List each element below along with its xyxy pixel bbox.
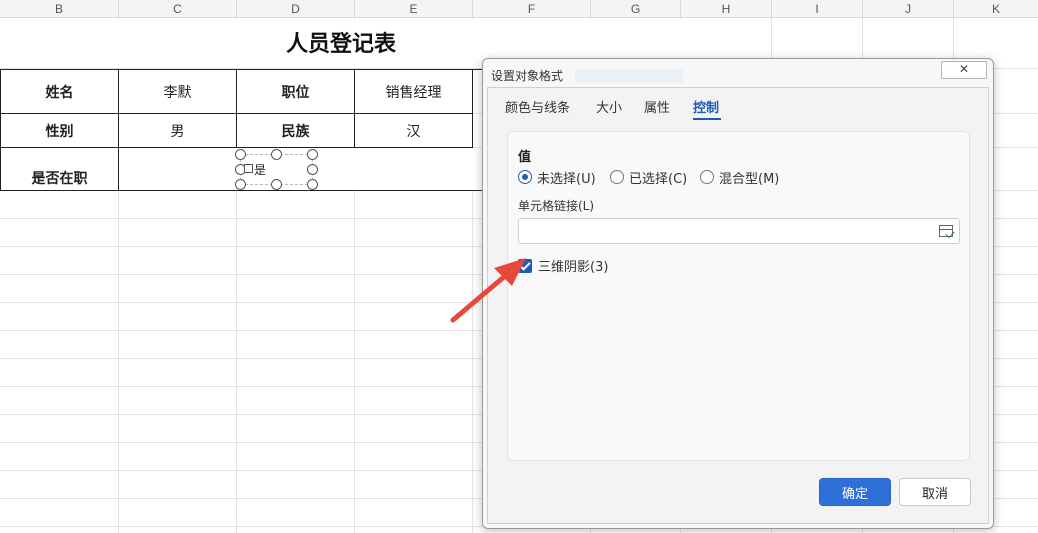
- annotation-arrow-icon: [450, 258, 526, 323]
